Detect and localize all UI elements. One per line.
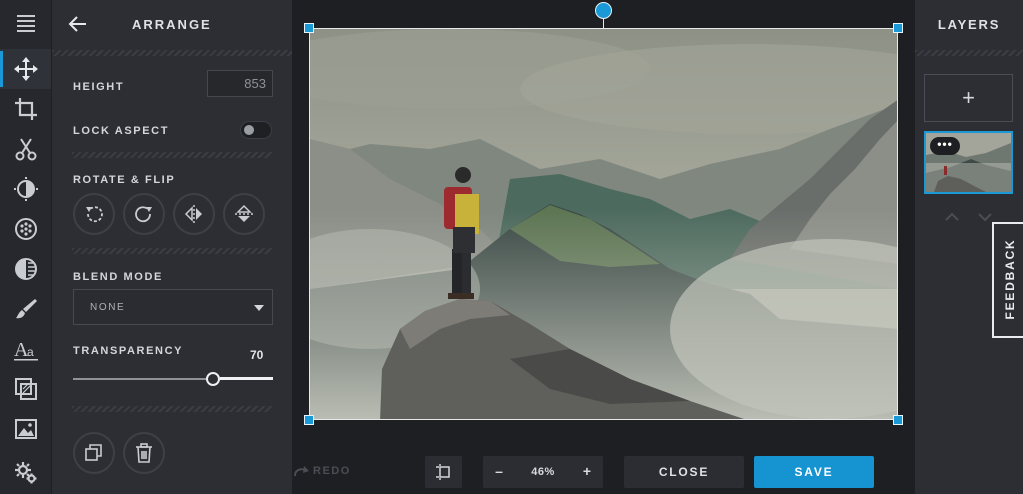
rotate-handle-stem	[603, 18, 604, 28]
resize-handle-top-left[interactable]	[304, 23, 314, 33]
save-button[interactable]: SAVE	[754, 456, 874, 488]
resize-handle-bottom-right[interactable]	[893, 415, 903, 425]
section-divider	[72, 406, 272, 412]
panel-divider	[52, 50, 292, 56]
filters-tool-button[interactable]	[0, 209, 51, 249]
redo-icon	[294, 466, 309, 477]
settings-button[interactable]	[0, 453, 51, 493]
rotate-left-button[interactable]	[73, 193, 115, 235]
zoom-control: – 46% +	[483, 456, 603, 488]
rotate-flip-label: ROTATE & FLIP	[73, 174, 176, 186]
layers-panel: LAYERS + ••• FEEDBACK	[915, 0, 1023, 494]
adjust-tool-button[interactable]	[0, 169, 51, 209]
scissors-icon	[15, 138, 36, 161]
cutout-tool-button[interactable]	[0, 129, 51, 169]
image-tool-button[interactable]	[0, 409, 51, 449]
effects-tool-button[interactable]	[0, 249, 51, 289]
panel-divider	[915, 50, 1023, 56]
flip-vertical-button[interactable]	[223, 193, 265, 235]
height-label: HEIGHT	[73, 81, 125, 93]
text-tool-button[interactable]: Aa	[0, 329, 51, 369]
editor-canvas: REDO – 46% + CLOSE SAVE	[292, 0, 915, 494]
effects-icon	[14, 258, 37, 280]
delete-layer-button[interactable]	[123, 432, 165, 474]
adjust-icon	[13, 177, 38, 201]
resize-handle-top-right[interactable]	[893, 23, 903, 33]
overlay-tool-button[interactable]	[0, 369, 51, 409]
rotate-left-icon	[86, 206, 103, 223]
crop-tool-button[interactable]	[0, 89, 51, 129]
svg-text:a: a	[27, 345, 34, 359]
overlay-icon	[14, 378, 37, 400]
layer-thumbnail[interactable]: •••	[924, 131, 1013, 194]
lock-aspect-label: LOCK ASPECT	[73, 125, 170, 137]
image-icon	[14, 419, 37, 439]
blend-mode-select[interactable]: NONE	[73, 289, 273, 325]
resize-handle-bottom-left[interactable]	[304, 415, 314, 425]
height-input[interactable]: 853	[207, 70, 273, 97]
transparency-value: 70	[250, 348, 264, 362]
arrange-panel: ARRANGE HEIGHT 853 LOCK ASPECT ROTATE & …	[52, 0, 292, 494]
section-divider	[72, 248, 272, 254]
mountain-photo	[310, 29, 897, 419]
chevron-down-icon	[254, 305, 264, 311]
text-icon: Aa	[13, 339, 38, 361]
feedback-tab[interactable]: FEEDBACK	[992, 222, 1023, 338]
chevron-up-icon[interactable]	[945, 212, 959, 222]
transparency-slider-thumb[interactable]	[206, 372, 220, 386]
feedback-label: FEEDBACK	[1003, 238, 1017, 320]
duplicate-layer-button[interactable]	[73, 432, 115, 474]
flip-vertical-icon	[235, 204, 253, 222]
panel-title: ARRANGE	[132, 17, 212, 32]
photo-layer[interactable]	[309, 28, 898, 420]
back-arrow-icon[interactable]	[68, 15, 88, 33]
blend-mode-value: NONE	[90, 302, 126, 313]
fit-canvas-button[interactable]	[425, 456, 462, 488]
zoom-out-button[interactable]: –	[491, 463, 507, 479]
move-icon	[13, 57, 38, 81]
fit-frame-icon	[435, 464, 450, 480]
redo-button[interactable]: REDO	[313, 465, 351, 477]
toggle-knob	[244, 125, 254, 135]
transparency-slider-remainder	[220, 377, 273, 380]
duplicate-icon	[85, 444, 102, 461]
chevron-down-icon[interactable]	[978, 212, 992, 222]
brush-icon	[15, 299, 37, 319]
crop-icon	[14, 98, 37, 120]
menu-icon	[16, 15, 35, 32]
flip-horizontal-icon	[184, 205, 202, 223]
section-divider	[72, 152, 272, 158]
flip-horizontal-button[interactable]	[173, 193, 215, 235]
trash-icon	[136, 443, 152, 463]
filters-icon	[14, 218, 37, 240]
transparency-label: TRANSPARENCY	[73, 345, 184, 357]
zoom-level: 46%	[531, 466, 555, 478]
add-layer-button[interactable]: +	[924, 74, 1013, 122]
zoom-in-button[interactable]: +	[579, 463, 595, 479]
panel-header: ARRANGE	[52, 0, 292, 48]
blend-mode-label: BLEND MODE	[73, 271, 163, 283]
close-button[interactable]: CLOSE	[624, 456, 744, 488]
layer-menu-button[interactable]: •••	[930, 137, 960, 155]
arrange-tool-button[interactable]	[0, 49, 51, 89]
draw-tool-button[interactable]	[0, 289, 51, 329]
tool-rail: Aa	[0, 0, 51, 494]
rotate-right-icon	[135, 206, 152, 223]
rotate-handle[interactable]	[595, 2, 612, 19]
rotate-right-button[interactable]	[123, 193, 165, 235]
layers-title: LAYERS	[937, 17, 1001, 32]
settings-icon	[14, 462, 36, 484]
lock-aspect-toggle[interactable]	[240, 121, 272, 139]
menu-button[interactable]	[0, 3, 51, 43]
